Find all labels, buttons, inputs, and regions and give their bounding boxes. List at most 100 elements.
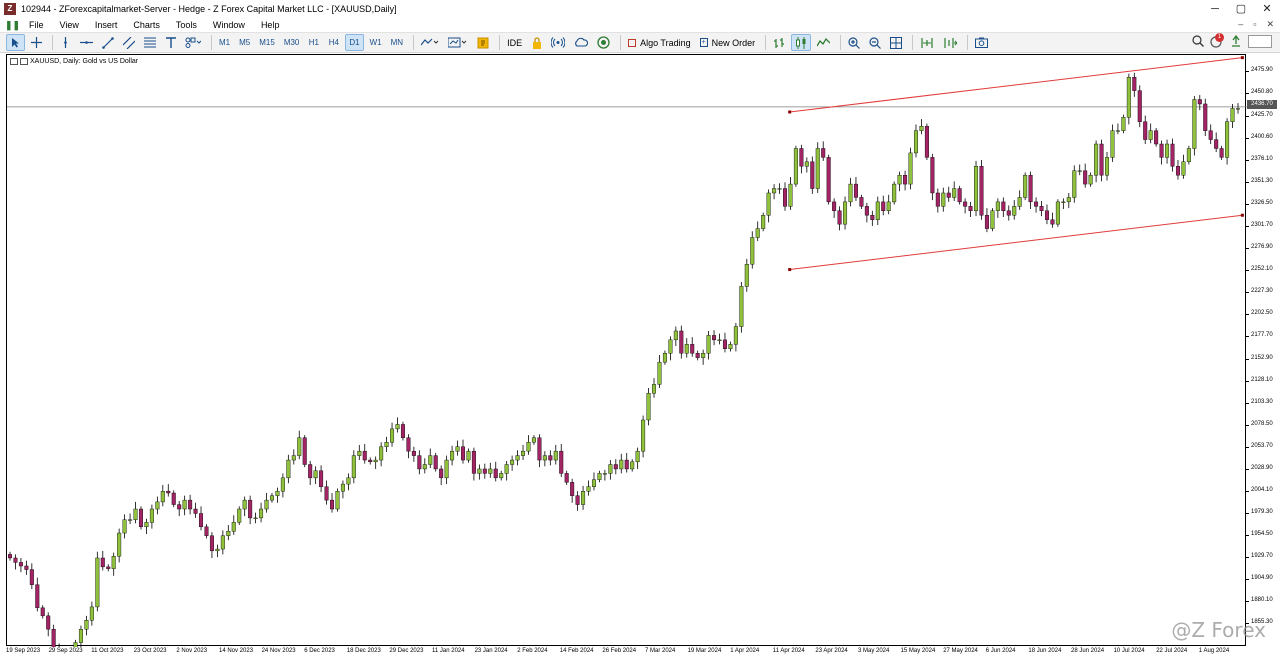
trendline-handle[interactable] — [1240, 213, 1244, 217]
child-close-button[interactable]: ✕ — [1266, 18, 1274, 31]
text-tool-icon[interactable] — [162, 34, 179, 51]
app-icon: Z — [4, 3, 16, 15]
chart-shift-icon[interactable] — [940, 34, 960, 51]
menu-file[interactable]: File — [21, 20, 52, 30]
indicators-icon[interactable] — [418, 34, 442, 51]
timeframe-h4[interactable]: H4 — [325, 34, 342, 51]
bullish-candle-body — [1115, 130, 1120, 132]
bullish-candle-body — [340, 483, 345, 492]
algo-trading-label: Algo Trading — [640, 37, 691, 48]
candle — [537, 434, 542, 468]
bearish-candle-body — [411, 450, 416, 456]
candle — [974, 160, 979, 217]
trendline-handle[interactable] — [788, 110, 792, 114]
menu-charts[interactable]: Charts — [125, 20, 168, 30]
trendline-handle[interactable] — [1240, 56, 1244, 60]
timeframe-m15[interactable]: M15 — [256, 34, 278, 51]
timeframe-mn[interactable]: MN — [388, 34, 406, 51]
bearish-candle-body — [946, 192, 951, 198]
bullish-candle-body — [908, 152, 913, 185]
bearish-candle-body — [903, 174, 908, 185]
trendline-handle[interactable] — [788, 268, 792, 272]
bullish-candle-body — [542, 455, 547, 461]
cloud-icon[interactable] — [571, 34, 591, 51]
close-button[interactable]: ✕ — [1254, 0, 1280, 18]
account-icon[interactable] — [1248, 35, 1272, 48]
tile-windows-icon[interactable] — [887, 34, 905, 51]
horizontal-line-tool-icon[interactable] — [77, 34, 96, 51]
menu-window[interactable]: Window — [205, 20, 253, 30]
bullish-candle-body — [515, 455, 520, 461]
bearish-candle-body — [881, 201, 886, 211]
bullish-candle-body — [182, 499, 187, 510]
timeframe-d1[interactable]: D1 — [345, 34, 364, 51]
bullish-candle-body — [226, 531, 231, 536]
candle — [652, 378, 657, 398]
date-tick-label: 23 Jan 2024 — [474, 648, 508, 654]
trendline-tool-icon[interactable] — [99, 34, 117, 51]
candle — [84, 615, 89, 636]
bearish-candle-body — [177, 504, 182, 510]
minimize-button[interactable]: ─ — [1202, 0, 1228, 18]
notifications-icon[interactable]: 1 — [1210, 33, 1224, 48]
timeframe-m5[interactable]: M5 — [236, 34, 253, 51]
date-tick-label: 6 Jun 2024 — [985, 648, 1016, 654]
menu-insert[interactable]: Insert — [87, 20, 126, 30]
menu-help[interactable]: Help — [253, 20, 288, 30]
trendline-lower-channel[interactable] — [789, 214, 1243, 271]
date-tick-label: 1 Apr 2024 — [730, 648, 760, 654]
chart-canvas[interactable] — [6, 54, 1247, 647]
bearish-candle-body — [548, 455, 553, 461]
fibonacci-tool-icon[interactable] — [141, 34, 159, 51]
child-minimize-button[interactable]: – — [1238, 18, 1243, 31]
trendline-upper-channel[interactable] — [789, 57, 1243, 113]
lock-icon[interactable] — [528, 34, 545, 51]
vertical-line-tool-icon[interactable] — [57, 34, 74, 51]
menu-view[interactable]: View — [52, 20, 87, 30]
screenshot-icon[interactable] — [972, 34, 991, 51]
price-tick-mark — [1246, 93, 1249, 95]
timeframe-h1[interactable]: H1 — [305, 34, 322, 51]
candle — [668, 336, 673, 361]
signal-icon[interactable] — [548, 34, 568, 51]
new-order-button[interactable]: + New Order — [697, 34, 759, 51]
zoom-in-icon[interactable] — [845, 34, 863, 51]
bearish-candle-body — [51, 628, 56, 647]
algo-trading-button[interactable]: Algo Trading — [625, 34, 694, 51]
time-axis[interactable]: 19 Sep 2023 29 Sep 2023 11 Oct 2023 23 Oct … — [0, 646, 1280, 667]
bearish-candle-body — [968, 206, 973, 211]
bullish-candle-body — [1225, 121, 1230, 158]
candlestick-chart-icon[interactable] — [791, 34, 812, 51]
shapes-tool-icon[interactable] — [182, 34, 204, 51]
search-icon[interactable] — [1192, 35, 1204, 49]
bearish-candle-body — [984, 215, 989, 229]
candle — [1159, 140, 1164, 165]
bar-chart-icon[interactable] — [770, 34, 788, 51]
templates-icon[interactable] — [445, 34, 471, 51]
bearish-candle-body — [979, 166, 984, 216]
zoom-out-icon[interactable] — [866, 34, 884, 51]
timeframe-w1[interactable]: W1 — [367, 34, 385, 51]
maximize-button[interactable]: ▢ — [1228, 0, 1254, 18]
line-chart-icon[interactable] — [814, 34, 833, 51]
auto-scroll-icon[interactable] — [917, 34, 937, 51]
scripts-icon[interactable] — [474, 34, 492, 51]
market-signal-icon[interactable] — [1230, 34, 1242, 49]
bullish-candle-body — [941, 192, 946, 207]
child-restore-button[interactable]: ▫ — [1253, 18, 1256, 31]
crosshair-tool-icon[interactable] — [28, 34, 45, 51]
bearish-candle-body — [799, 148, 804, 167]
price-axis[interactable]: 2475.90 2450.80 2425.70 2400.60 2376.10 2351.… — [1246, 54, 1280, 646]
candlestick-chart[interactable] — [7, 55, 1247, 647]
channel-tool-icon[interactable] — [120, 34, 138, 51]
chart-window-icon[interactable]: ❚❚ — [5, 20, 20, 30]
menu-tools[interactable]: Tools — [168, 20, 205, 30]
ide-button[interactable]: IDE — [504, 34, 525, 51]
bullish-candle-body — [133, 508, 138, 520]
timeframe-m30[interactable]: M30 — [281, 34, 303, 51]
timeframe-m1[interactable]: M1 — [216, 34, 233, 51]
candle — [941, 187, 946, 212]
cursor-tool-icon[interactable] — [6, 34, 25, 51]
bullish-candle-body — [684, 344, 689, 354]
vps-icon[interactable] — [594, 34, 613, 51]
